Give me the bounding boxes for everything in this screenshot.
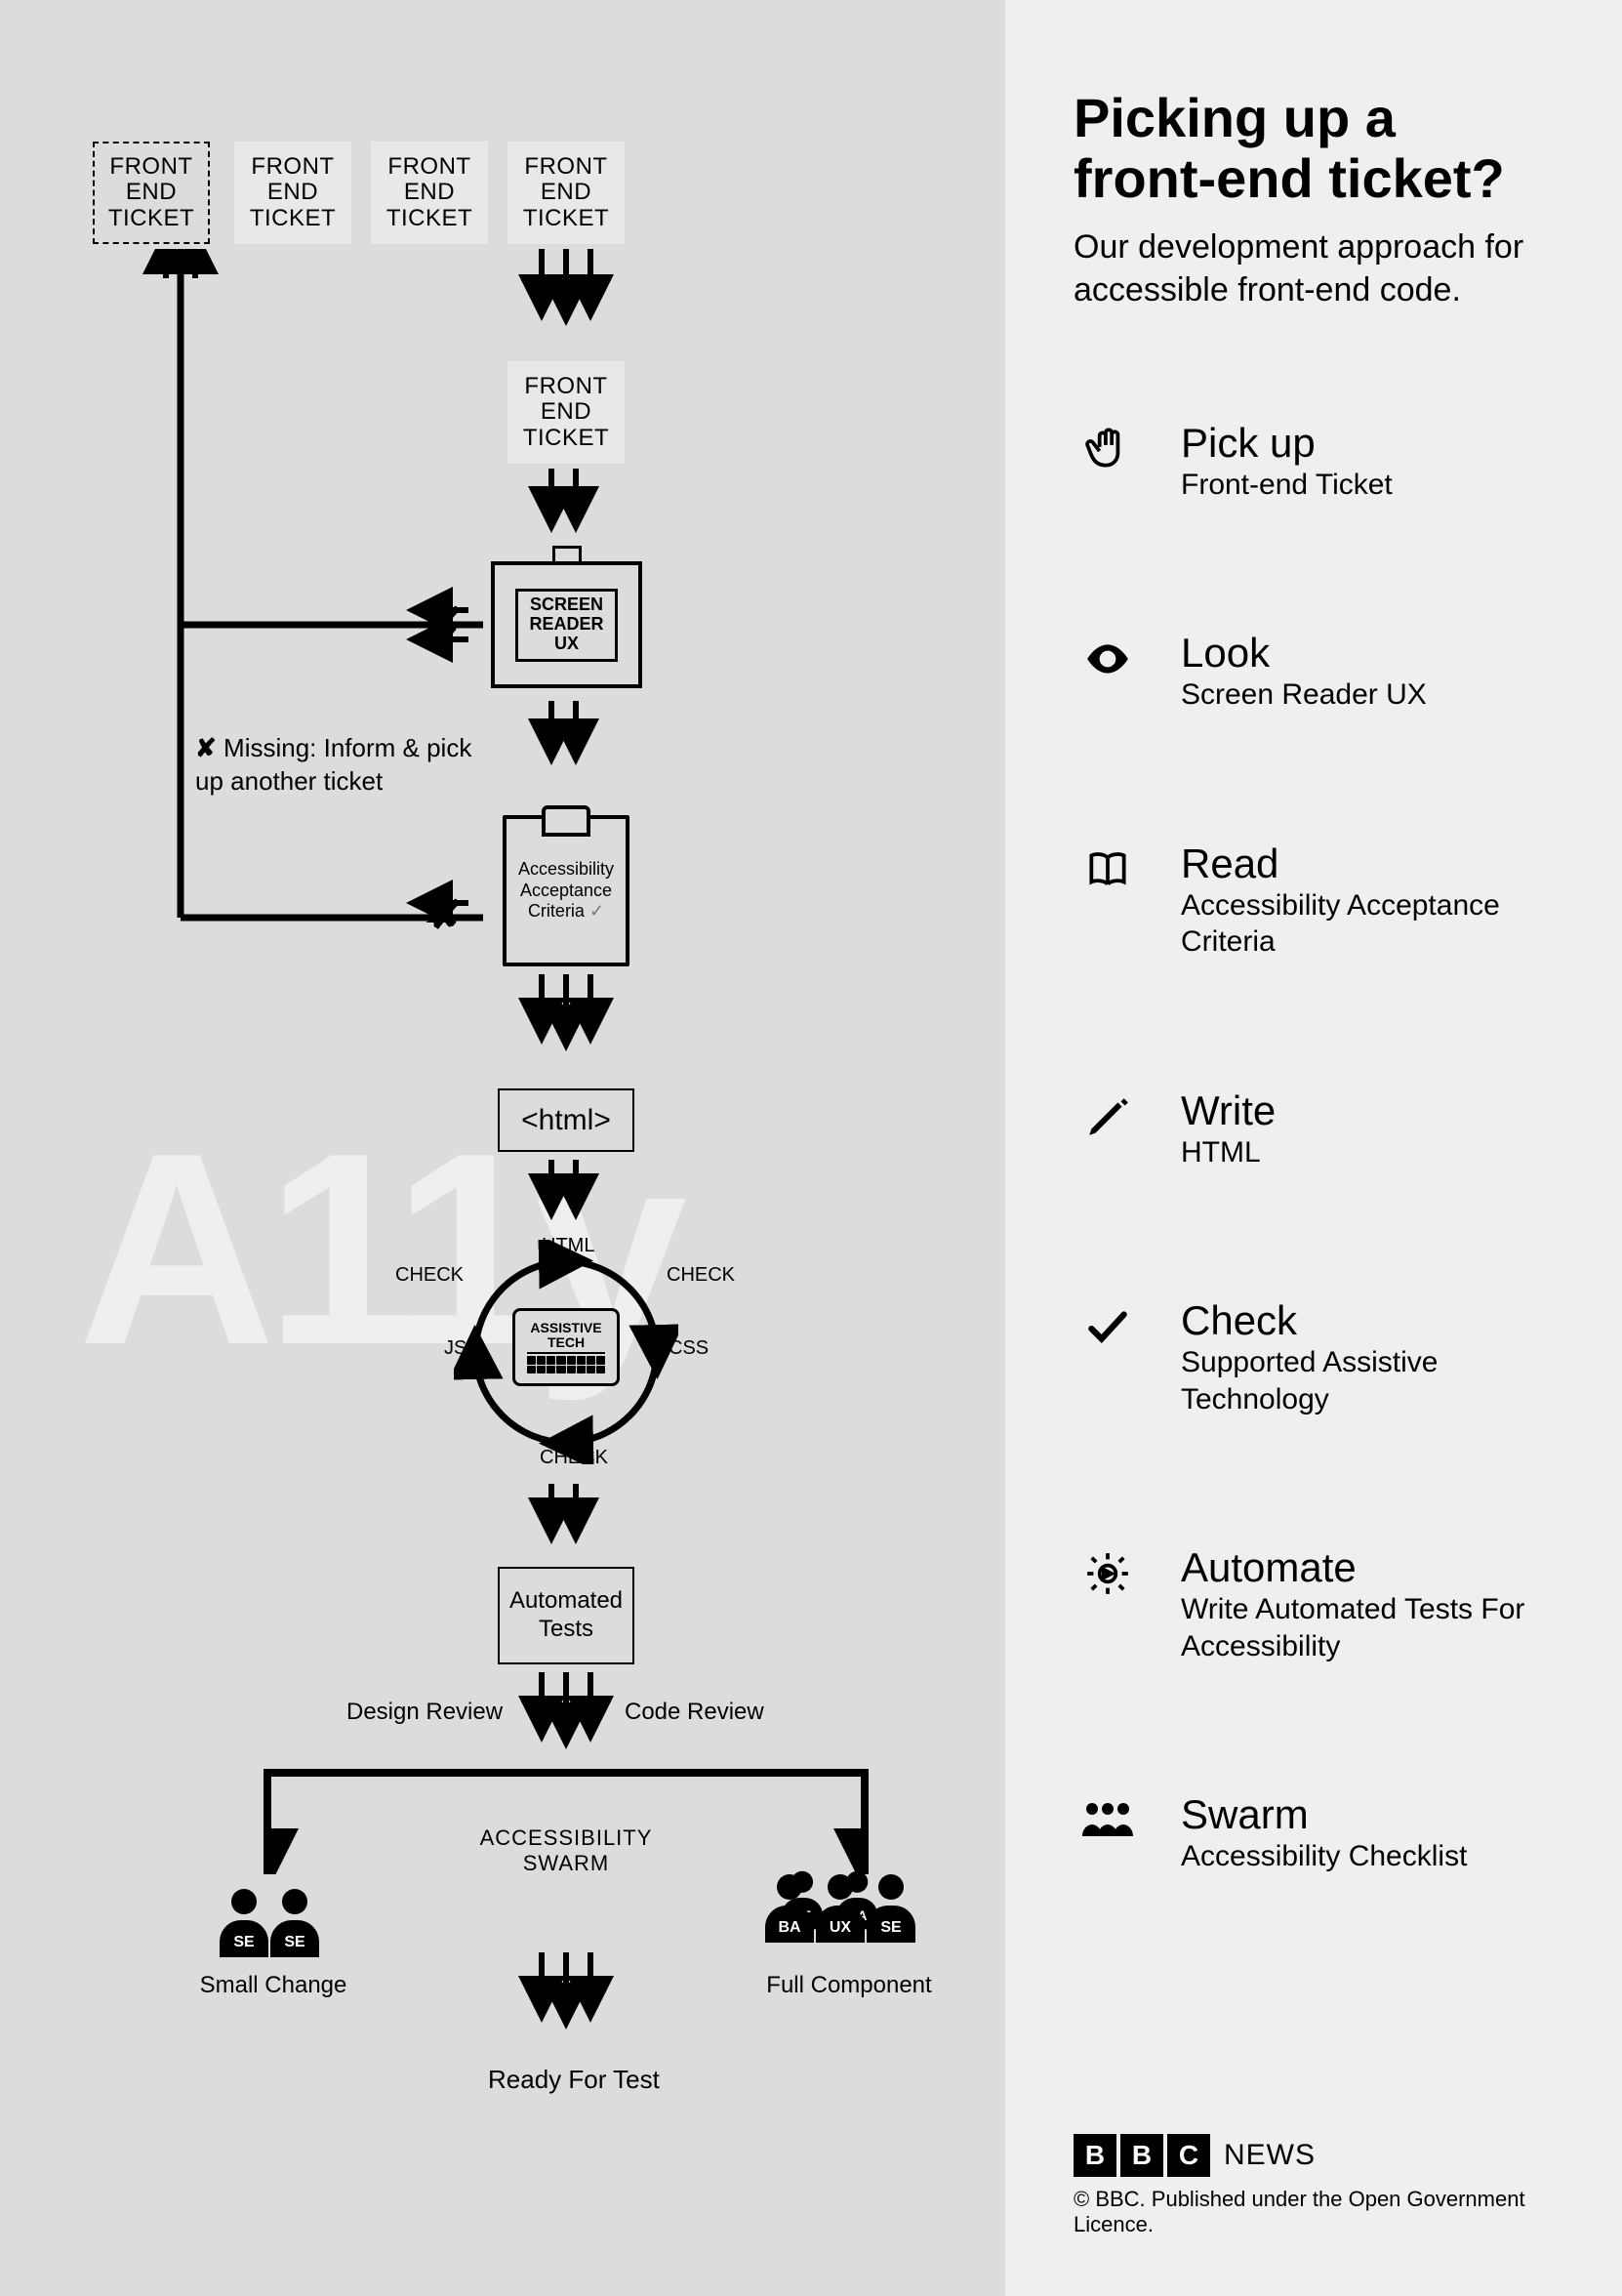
arrows-down-icon [542,701,590,759]
step-read: ReadAccessibility Acceptance Criteria [1074,840,1554,961]
eye-icon [1074,630,1142,688]
page-subtitle: Our development approach for accessible … [1074,226,1554,311]
small-change-label: Small Change [195,1972,351,1999]
arrows-down-icon [542,469,590,527]
swarm-label: ACCESSIBILITY SWARM [478,1825,654,1876]
steps-list: Pick upFront-end Ticket LookScreen Reade… [1074,420,1554,1875]
arrows-down-icon [527,1672,605,1741]
arrows-down-icon [527,249,605,317]
book-icon [1074,840,1142,899]
acceptance-criteria-box: Accessibility Acceptance Criteria ✓ [503,815,629,966]
arrows-down-icon [527,974,605,1043]
arrows-down-icon [542,1484,590,1538]
bbc-news-logo: B B C NEWS [1074,2134,1554,2177]
people-icon [1074,1791,1142,1850]
ticket-selected: FRONTENDTICKET [507,361,625,464]
ticket-queue: FRONTENDTICKET [507,142,625,244]
automated-tests-box: Automated Tests [498,1567,634,1664]
full-component-label: Full Component [761,1972,937,1999]
sidebar-panel: Picking up a front-end ticket? Our devel… [1005,0,1622,2296]
step-look: LookScreen Reader UX [1074,630,1554,714]
screen-reader-ux-box: SCREEN READER UX [491,561,642,688]
pencil-icon [1074,1087,1142,1146]
html-box: <html> [498,1088,634,1152]
flowchart-panel: A11y FRONT END TICKET FRONTENDTICKET FRO… [0,0,1005,2296]
page-title: Picking up a front-end ticket? [1074,88,1554,208]
arrows-down-icon [542,1160,590,1213]
missing-note: ✘ Missing: Inform & pick up another tick… [195,732,488,799]
ready-for-test-label: Ready For Test [488,2065,660,2095]
step-check: CheckSupported Assistive Technology [1074,1297,1554,1417]
footer: B B C NEWS © BBC. Published under the Op… [1074,2134,1554,2237]
full-component-group-icon: SE QA BA UX SE [761,1874,937,1943]
arrows-down-icon [527,1952,605,2021]
gear-icon [1074,1544,1142,1603]
return-path [127,249,498,922]
step-write: WriteHTML [1074,1087,1554,1171]
check-cycle: ASSISTIVE TECH HTML CSS CHECK JS CHECK C… [454,1240,678,1464]
step-automate: AutomateWrite Automated Tests For Access… [1074,1544,1554,1664]
assistive-tech-icon: ASSISTIVE TECH [512,1308,620,1386]
ticket-queue: FRONTENDTICKET [371,142,488,244]
hand-icon [1074,420,1142,478]
design-review-label: Design Review [346,1699,503,1726]
step-swarm: SwarmAccessibility Checklist [1074,1791,1554,1875]
code-review-label: Code Review [625,1699,764,1726]
copyright-text: © BBC. Published under the Open Governme… [1074,2187,1554,2237]
ticket-queue: FRONTENDTICKET [234,142,351,244]
ticket-dashed: FRONT END TICKET [93,142,210,244]
x-mark-icon: ✘ [429,893,463,938]
check-icon [1074,1297,1142,1356]
small-change-group-icon: SE SE [220,1889,319,1957]
step-pick-up: Pick upFront-end Ticket [1074,420,1554,504]
x-mark-icon: ✘ [429,600,463,645]
